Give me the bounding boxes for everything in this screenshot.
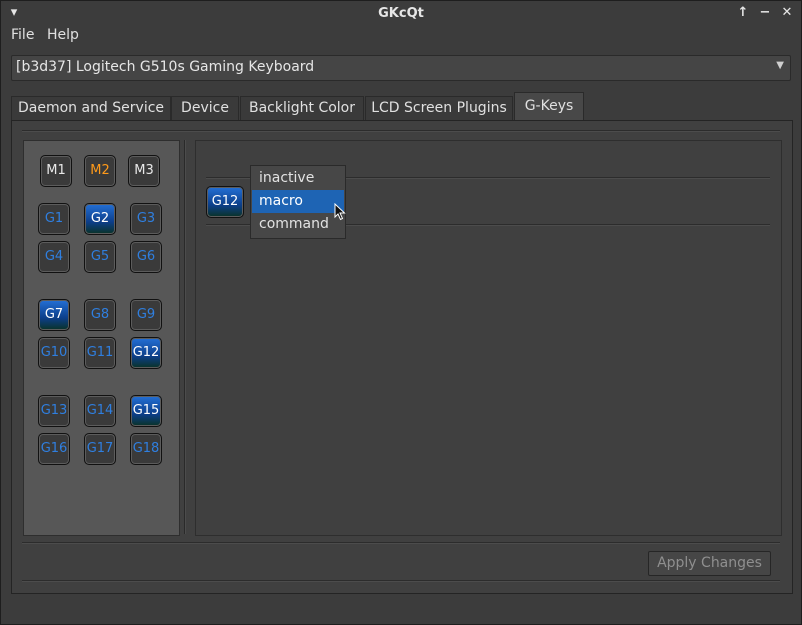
g-key-g4[interactable]: G4 <box>38 241 70 273</box>
close-icon[interactable]: ✕ <box>778 4 796 22</box>
g-key-g14[interactable]: G14 <box>84 395 116 427</box>
mode-key-m3[interactable]: M3 <box>128 155 160 187</box>
g-key-g5[interactable]: G5 <box>84 241 116 273</box>
g-key-g16[interactable]: G16 <box>38 433 70 465</box>
menu-bar: File Help <box>1 26 801 46</box>
g-key-g12[interactable]: G12 <box>130 337 162 369</box>
minimize-icon[interactable]: − <box>756 4 774 22</box>
tab-daemon-and-service[interactable]: Daemon and Service <box>11 96 171 120</box>
g-key-g15[interactable]: G15 <box>130 395 162 427</box>
dropdown-arrow-icon: ▼ <box>776 60 784 71</box>
g-key-g2[interactable]: G2 <box>84 203 116 235</box>
g-key-g18[interactable]: G18 <box>130 433 162 465</box>
device-select-value: [b3d37] Logitech G510s Gaming Keyboard <box>16 59 315 75</box>
mode-key-m2[interactable]: M2 <box>84 155 116 187</box>
mouse-pointer-icon <box>334 202 346 225</box>
tab-g-keys[interactable]: G-Keys <box>514 92 584 121</box>
mode-dropdown-menu: inactive macro command <box>250 165 346 239</box>
title-bar: ▾ GKcQt ↑ − ✕ <box>1 1 801 26</box>
g-key-g1[interactable]: G1 <box>38 203 70 235</box>
maximize-arrow-icon[interactable]: ↑ <box>734 4 752 22</box>
app-window: ▾ GKcQt ↑ − ✕ File Help [b3d37] Logitech… <box>0 0 802 625</box>
g-key-g11[interactable]: G11 <box>84 337 116 369</box>
divider <box>22 130 780 132</box>
apply-changes-button[interactable]: Apply Changes <box>648 551 771 576</box>
editor-key-g12[interactable]: G12 <box>206 186 244 218</box>
g-key-g7[interactable]: G7 <box>38 299 70 331</box>
tab-backlight-color[interactable]: Backlight Color <box>240 96 364 120</box>
g-key-g3[interactable]: G3 <box>130 203 162 235</box>
device-select[interactable]: [b3d37] Logitech G510s Gaming Keyboard ▼ <box>11 55 791 81</box>
g-keys-panel: M1 M2 M3 G1 G2 G3 G4 G5 G6 G7 G8 G9 G10 … <box>11 120 793 594</box>
menu-file[interactable]: File <box>11 27 34 43</box>
g-key-g17[interactable]: G17 <box>84 433 116 465</box>
tab-lcd-screen-plugins[interactable]: LCD Screen Plugins <box>365 96 513 120</box>
mode-key-m1[interactable]: M1 <box>40 155 72 187</box>
g-key-g6[interactable]: G6 <box>130 241 162 273</box>
divider <box>22 542 780 544</box>
tab-device[interactable]: Device <box>171 96 239 120</box>
option-command[interactable]: command <box>252 213 344 236</box>
divider <box>22 580 780 582</box>
keyboard-keys-panel: M1 M2 M3 G1 G2 G3 G4 G5 G6 G7 G8 G9 G10 … <box>23 140 180 536</box>
vertical-divider <box>184 140 186 534</box>
window-title: GKcQt <box>378 6 424 21</box>
g-key-g8[interactable]: G8 <box>84 299 116 331</box>
g-key-g10[interactable]: G10 <box>38 337 70 369</box>
g-key-g9[interactable]: G9 <box>130 299 162 331</box>
option-macro[interactable]: macro <box>252 190 344 213</box>
g-key-g13[interactable]: G13 <box>38 395 70 427</box>
menu-help[interactable]: Help <box>47 27 79 43</box>
option-inactive[interactable]: inactive <box>252 167 344 190</box>
